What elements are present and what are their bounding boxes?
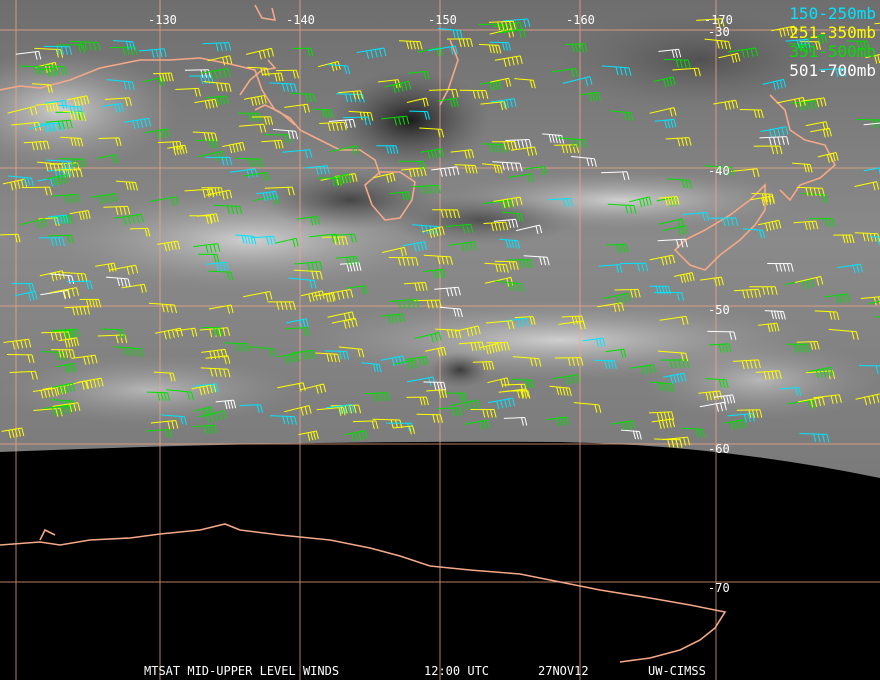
footer-source: UW-CIMSS — [648, 664, 706, 678]
lon-label-150: -150 — [428, 13, 457, 27]
lon-label-160: -160 — [566, 13, 595, 27]
antarctica-coast — [0, 523, 727, 663]
legend-entry-351-500: 351-500mb — [789, 42, 876, 61]
footer-time: 12:00 UTC — [424, 664, 490, 678]
lat-label-70: -70 — [708, 581, 730, 595]
legend-entry-501-700: 501-700mb — [789, 61, 876, 80]
lon-label-140: -140 — [286, 13, 315, 27]
footer-date: 27NOV12 — [538, 664, 589, 678]
legend-entry-150-250: 150-250mb — [789, 4, 876, 23]
pressure-legend: 150-250mb 251-350mb 351-500mb 501-700mb — [789, 4, 876, 80]
satellite-wind-map: -130 -140 -150 -160 -170 -30 -40 -50 -60… — [0, 0, 880, 680]
legend-entry-251-350: 251-350mb — [789, 23, 876, 42]
footer-title: MTSAT MID-UPPER LEVEL WINDS — [144, 664, 340, 678]
lat-label-40: -40 — [708, 164, 730, 178]
lon-label-130: -130 — [148, 13, 177, 27]
lat-label-60: -60 — [708, 442, 730, 456]
lat-label-50: -50 — [708, 303, 730, 317]
lat-label-30: -30 — [708, 25, 730, 39]
